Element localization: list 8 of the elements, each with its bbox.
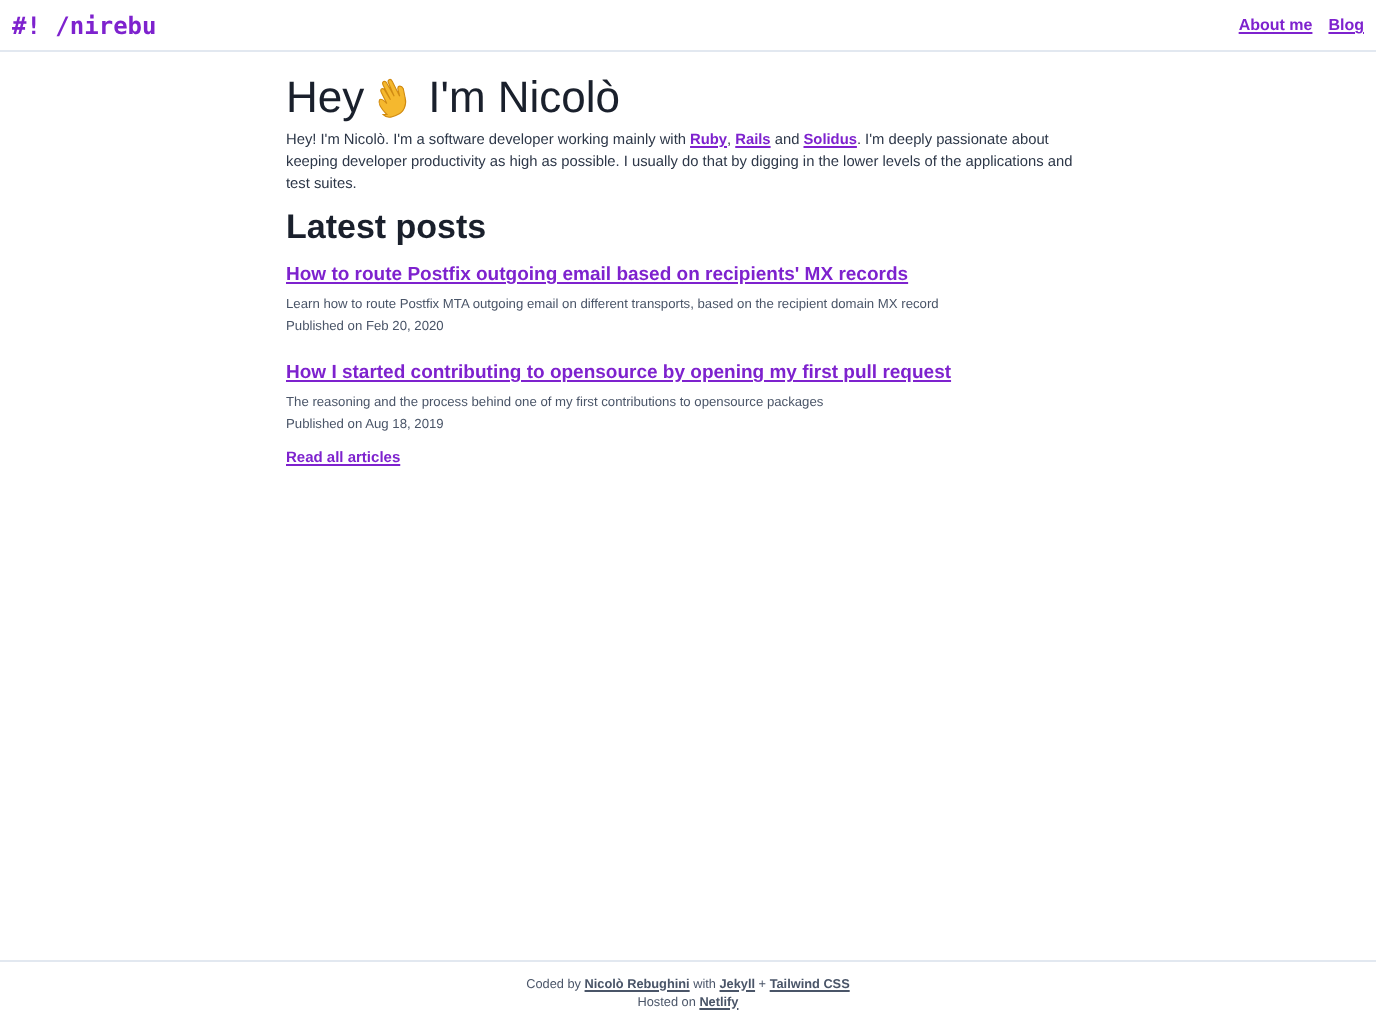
section-heading: Latest posts [286, 208, 489, 248]
heading-text: Hey [286, 72, 365, 124]
site-logo[interactable]: #! /nirebu [12, 11, 157, 39]
post-title-link[interactable]: How I started contributing to opensource by opening my first pull request [286, 362, 952, 384]
post-title-link[interactable]: How to route Postfix outgoing email based on recipients' MX records [286, 264, 909, 286]
heading-text: I'm Nicolò [428, 72, 621, 124]
nav-link[interactable]: About me [1238, 16, 1313, 34]
nav-link[interactable]: Blog [1328, 16, 1364, 34]
